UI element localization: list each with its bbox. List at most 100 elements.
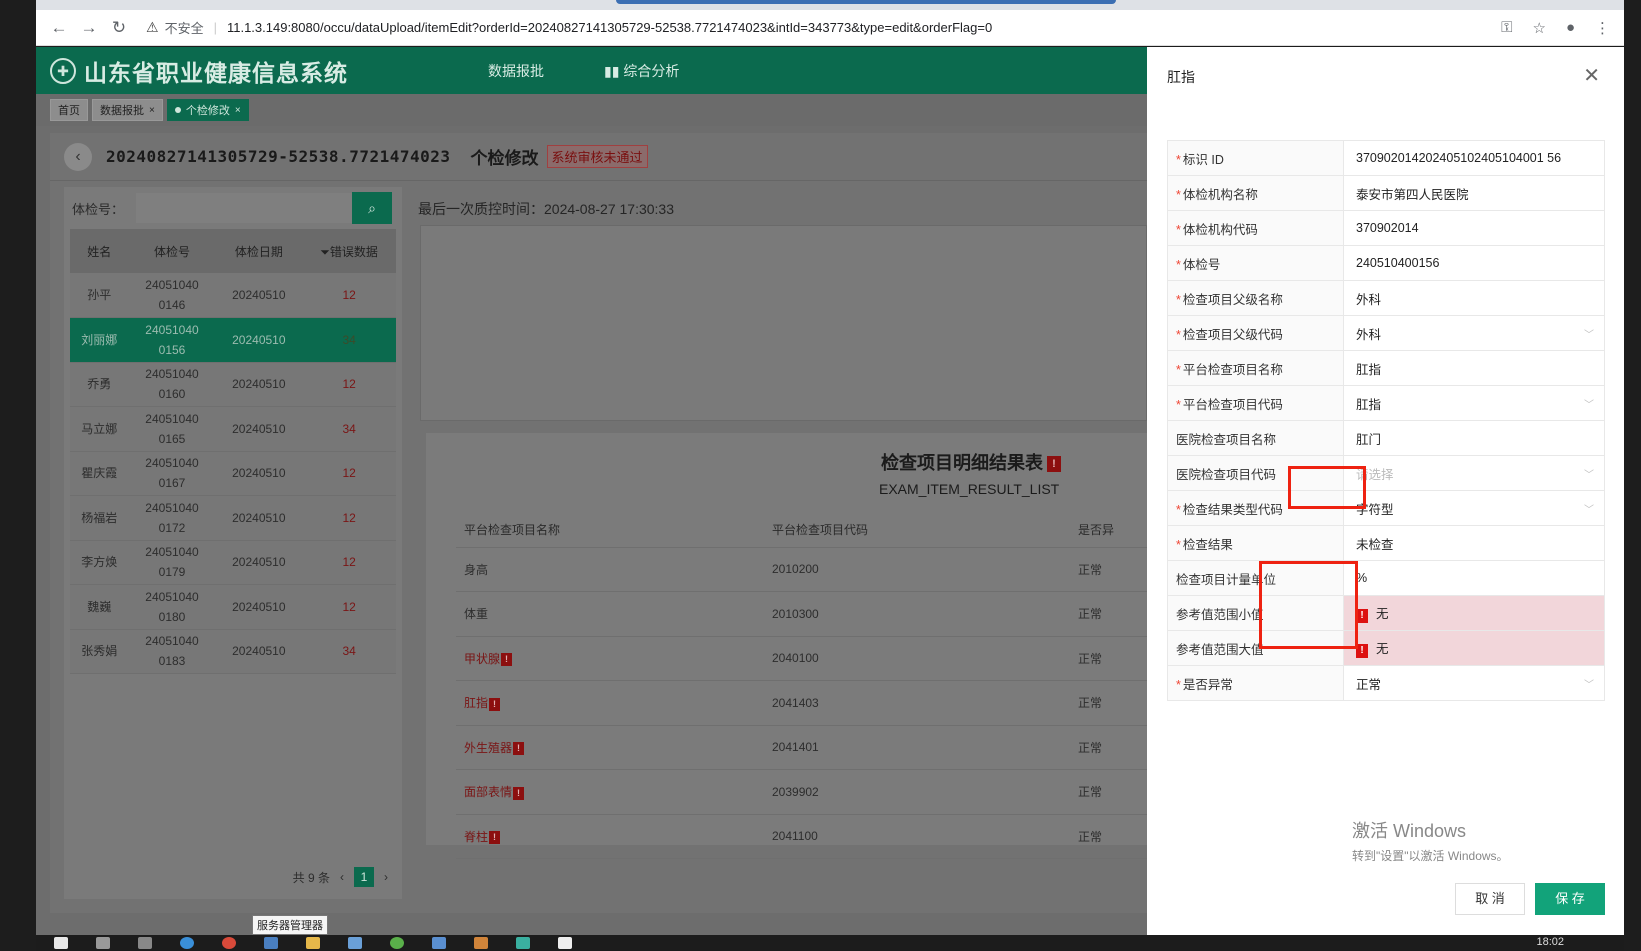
cancel-button[interactable]: 取 消 xyxy=(1455,883,1525,915)
exam-date: 20240510 xyxy=(215,495,303,541)
save-button[interactable]: 保 存 xyxy=(1535,883,1605,915)
back-arrow-icon[interactable]: ← xyxy=(44,18,74,38)
field-value[interactable]: 肛指 ﹀ xyxy=(1343,385,1605,421)
item-name-cell[interactable]: 身高 xyxy=(456,547,764,592)
field-value[interactable]: ! 无 xyxy=(1343,595,1605,631)
active-browser-tab[interactable] xyxy=(616,0,1116,4)
ie-icon[interactable] xyxy=(180,937,194,949)
forward-arrow-icon[interactable]: → xyxy=(74,18,104,38)
table-row[interactable]: 瞿庆霞 24051040 0167 20240510 12 xyxy=(70,451,396,496)
error-count: 34 xyxy=(302,317,396,363)
qc-panel xyxy=(420,225,1147,421)
table-row[interactable]: 肛指! 2041403 正常 xyxy=(456,680,1147,726)
col-errors[interactable]: ⏷错误数据 xyxy=(302,229,396,273)
field-label: 医院检查项目名称 xyxy=(1167,420,1344,456)
folder-icon[interactable] xyxy=(306,937,320,949)
table-row[interactable]: 乔勇 24051040 0160 20240510 12 xyxy=(70,362,396,407)
error-icon: ! xyxy=(501,653,513,667)
field-value[interactable]: 外科 ﹀ xyxy=(1343,315,1605,351)
field-value[interactable]: ! 无 xyxy=(1343,630,1605,666)
required-mark: * xyxy=(1176,677,1181,692)
table-row[interactable]: 李方焕 24051040 0179 20240510 12 xyxy=(70,540,396,585)
menu-icon[interactable]: ⋮ xyxy=(1595,19,1610,37)
tab-edit[interactable]: 个检修改 × xyxy=(166,99,249,121)
field-value[interactable]: 未检查 xyxy=(1343,525,1605,561)
item-name-cell[interactable]: 面部表情! xyxy=(456,769,764,815)
app-icon[interactable] xyxy=(474,937,488,949)
search-button[interactable]: ⌕ xyxy=(352,192,392,224)
nav-analysis[interactable]: ▮▮ 综合分析 xyxy=(604,61,679,81)
exam-date: 20240510 xyxy=(215,540,303,585)
table-row[interactable]: 魏巍 24051040 0180 20240510 12 xyxy=(70,584,396,630)
item-name-cell[interactable]: 脊柱! xyxy=(456,814,764,859)
close-icon[interactable]: ✕ xyxy=(1583,63,1600,88)
windows-watermark: 激活 Windows 转到"设置"以激活 Windows。 xyxy=(1352,817,1509,864)
exam-date: 20240510 xyxy=(215,406,303,452)
table-row[interactable]: 脊柱! 2041100 正常 xyxy=(456,814,1147,859)
field-value[interactable]: 外科 xyxy=(1343,280,1605,316)
key-icon[interactable]: ⚿ xyxy=(1501,19,1512,37)
tab-data-report[interactable]: 数据报批 × xyxy=(92,99,163,121)
field-value[interactable]: 正常 ﹀ xyxy=(1343,665,1605,701)
table-row[interactable]: 张秀娟 24051040 0183 20240510 34 xyxy=(70,629,396,674)
reload-icon[interactable]: ↻ xyxy=(104,18,134,38)
table-row[interactable]: 体重 2010300 正常 xyxy=(456,591,1147,637)
pagination: 共 9 条 ‹ 1 › xyxy=(293,867,388,887)
item-name-cell[interactable]: 外生殖器! xyxy=(456,725,764,770)
start-icon[interactable] xyxy=(54,937,68,949)
prev-page-icon[interactable]: ‹ xyxy=(340,870,344,884)
chrome-icon[interactable] xyxy=(222,937,236,949)
close-icon[interactable]: × xyxy=(149,105,155,116)
star-icon[interactable]: ☆ xyxy=(1532,19,1545,37)
filter-icon[interactable]: ⏷ xyxy=(320,245,330,259)
item-abnormal: 正常 xyxy=(1070,547,1147,592)
tab-home[interactable]: 首页 xyxy=(50,99,88,121)
field-value[interactable]: 240510400156 xyxy=(1343,245,1605,281)
profile-icon[interactable]: ● xyxy=(1566,19,1575,37)
field-value[interactable]: 泰安市第四人民医院 xyxy=(1343,175,1605,211)
field-value[interactable]: 肛门 xyxy=(1343,420,1605,456)
table-row[interactable]: 刘丽娜 24051040 0156 20240510 34 xyxy=(70,317,396,363)
person-id-line: 24051040 xyxy=(145,589,199,604)
item-name-cell[interactable]: 体重 xyxy=(456,591,764,637)
field-value[interactable]: 370902014202405102405104001 56 xyxy=(1343,140,1605,176)
task-view-icon[interactable] xyxy=(138,937,152,949)
table-row[interactable]: 外生殖器! 2041401 正常 xyxy=(456,725,1147,770)
table-row[interactable]: 甲状腺! 2040100 正常 xyxy=(456,636,1147,681)
search-input[interactable] xyxy=(136,193,352,223)
nav-data-report[interactable]: 数据报批 xyxy=(488,61,544,81)
server-manager-icon[interactable] xyxy=(264,937,278,949)
notepad-icon[interactable] xyxy=(558,937,572,949)
app-icon[interactable] xyxy=(348,937,362,949)
error-count: 12 xyxy=(302,495,396,541)
table-row[interactable]: 孙平 24051040 0146 20240510 12 xyxy=(70,273,396,318)
url-field[interactable]: ⚠ 不安全 | 11.1.3.149:8080/occu/dataUpload/… xyxy=(146,18,992,37)
field-value[interactable]: 字符型 ﹀ xyxy=(1343,490,1605,526)
item-name-cell[interactable]: 肛指! xyxy=(456,680,764,726)
field-value[interactable]: % xyxy=(1343,560,1605,596)
table-row[interactable]: 马立娜 24051040 0165 20240510 34 xyxy=(70,406,396,452)
app-icon[interactable] xyxy=(516,937,530,949)
person-id-line: 24051040 xyxy=(145,456,199,471)
url-separator: | xyxy=(213,20,217,35)
field-value[interactable]: 370902014 xyxy=(1343,210,1605,246)
person-id: 24051040 0160 xyxy=(128,362,216,407)
result-panel: 检查项目明细结果表! EXAM_ITEM_RESULT_LIST 平台检查项目名… xyxy=(426,433,1147,859)
person-id: 24051040 0165 xyxy=(128,406,216,452)
app-icon[interactable] xyxy=(390,937,404,949)
table-row[interactable]: 杨福岩 24051040 0172 20240510 12 xyxy=(70,495,396,541)
field-value[interactable]: 请选择 ﹀ xyxy=(1343,455,1605,491)
item-name-cell[interactable]: 甲状腺! xyxy=(456,636,764,681)
field-value[interactable]: 肛指 xyxy=(1343,350,1605,386)
form-row: 医院检查项目代码 请选择 ﹀ xyxy=(1167,455,1605,491)
table-row[interactable]: 身高 2010200 正常 xyxy=(456,547,1147,592)
back-icon[interactable]: ‹ xyxy=(64,142,92,171)
page-1-button[interactable]: 1 xyxy=(354,867,374,887)
next-page-icon[interactable]: › xyxy=(384,870,388,884)
app-icon[interactable] xyxy=(432,937,446,949)
person-name: 孙平 xyxy=(70,273,129,318)
col-id: 体检号 xyxy=(128,229,216,273)
table-row[interactable]: 面部表情! 2039902 正常 xyxy=(456,769,1147,815)
search-icon[interactable] xyxy=(96,937,110,949)
close-icon[interactable]: × xyxy=(235,105,241,116)
